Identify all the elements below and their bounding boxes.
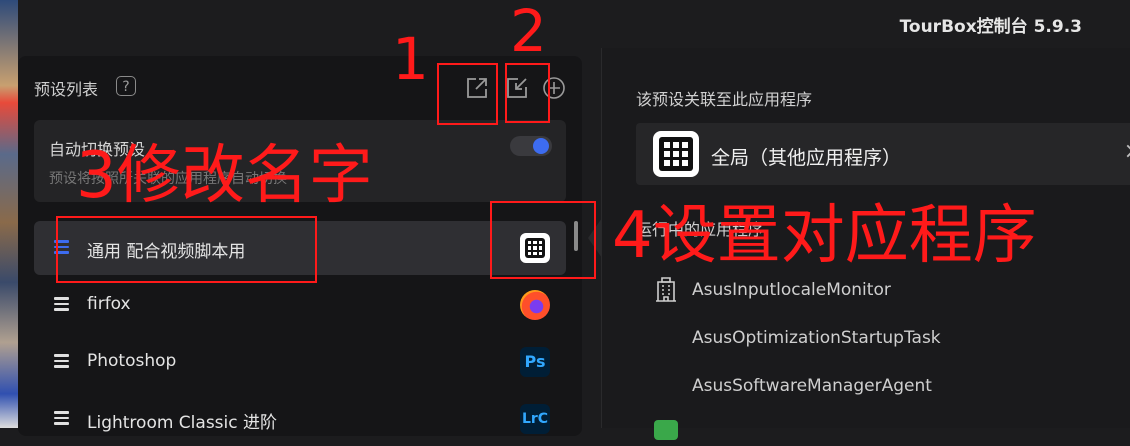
app-title: TourBox控制台 5.9.3 xyxy=(899,17,1082,37)
partial-app-icon xyxy=(654,420,678,440)
photoshop-icon: Ps xyxy=(520,347,550,377)
drag-handle-icon[interactable] xyxy=(54,297,69,311)
annotation-box-3 xyxy=(56,216,317,283)
drag-handle-icon[interactable] xyxy=(54,411,69,425)
annotation-label-2: 2 xyxy=(510,0,547,65)
preset-item-photoshop[interactable]: Photoshop Ps xyxy=(34,335,566,389)
running-app-item[interactable]: AsusOptimizationStartupTask xyxy=(692,328,941,348)
help-icon[interactable]: ? xyxy=(116,76,136,96)
drag-handle-icon[interactable] xyxy=(54,354,69,368)
preset-app-button[interactable] xyxy=(520,290,550,320)
presets-panel-title: 预设列表 xyxy=(34,80,99,99)
firefox-icon xyxy=(520,290,550,320)
preset-label: Lightroom Classic 进阶 xyxy=(87,413,278,433)
auto-switch-toggle[interactable] xyxy=(510,136,552,156)
preset-app-button[interactable]: Ps xyxy=(520,347,550,377)
preset-label: firfox xyxy=(87,294,131,314)
association-label: 该预设关联至此应用程序 xyxy=(636,90,813,109)
preset-item-firefox[interactable]: firfox xyxy=(34,278,566,332)
desktop-background-strip xyxy=(0,0,18,428)
preset-app-button[interactable]: LrC xyxy=(520,404,550,434)
selected-app-label: 全局（其他应用程序） xyxy=(711,147,902,169)
grid-icon xyxy=(653,131,699,177)
preset-item-lightroom[interactable]: Lightroom Classic 进阶 LrC xyxy=(34,392,566,446)
preset-label: Photoshop xyxy=(87,351,177,371)
remove-app-icon[interactable]: × xyxy=(1124,139,1130,164)
global-app-icon xyxy=(653,131,699,177)
lightroom-icon: LrC xyxy=(520,404,550,434)
annotation-label-4: 4设置对应程序 xyxy=(612,199,1037,273)
annotation-box-1 xyxy=(437,63,498,125)
toggle-knob xyxy=(533,138,549,154)
annotation-label-1: 1 xyxy=(392,25,429,93)
building-icon xyxy=(654,276,678,302)
selected-app-box[interactable]: 全局（其他应用程序） × xyxy=(636,123,1130,185)
annotation-box-4 xyxy=(490,201,596,279)
annotation-label-3: 3修改名字 xyxy=(76,139,373,213)
running-app-item[interactable]: AsusSoftwareManagerAgent xyxy=(692,376,932,396)
running-app-item[interactable]: AsusInputlocaleMonitor xyxy=(692,280,891,300)
annotation-box-2 xyxy=(505,63,550,123)
